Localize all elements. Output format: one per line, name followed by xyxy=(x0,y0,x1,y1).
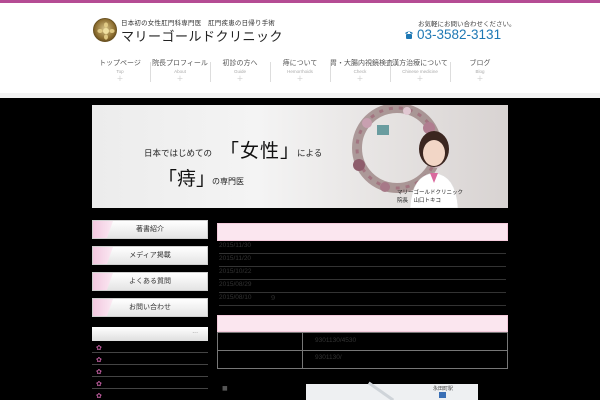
sidebar-button-label: お問い合わせ xyxy=(129,303,171,311)
info-section-header xyxy=(217,315,508,332)
sidebar-button-label: メディア掲載 xyxy=(129,251,171,259)
plus-icon: + xyxy=(416,74,424,83)
plus-icon: + xyxy=(176,74,184,83)
flower-bullet-icon: ✿ xyxy=(96,392,102,400)
news-item[interactable]: 2015/08/10 9 xyxy=(219,293,506,306)
hero-text-prefix: 日本ではじめての xyxy=(144,149,213,159)
nav-label: 漢方治療について xyxy=(392,59,448,67)
nav-label: トップページ xyxy=(99,59,141,67)
hero-text-woman: 「女性」 xyxy=(220,140,301,162)
sidebar-list-item[interactable]: ✿ xyxy=(92,343,208,353)
nav-item-check[interactable]: 胃・大腸内視鏡検査 Check + xyxy=(330,58,393,90)
access-map[interactable]: 永田町駅 xyxy=(306,381,478,400)
nav-label: ブログ xyxy=(469,59,491,67)
nav-label: 院長プロフィール xyxy=(152,59,208,67)
news-date: 2015/10/22 xyxy=(219,268,252,275)
clinic-name-logo[interactable]: マリーゴールドクリニック xyxy=(121,26,283,45)
news-item[interactable]: 2015/08/29 xyxy=(219,280,506,293)
news-item[interactable]: 2015/11/20 xyxy=(219,254,506,267)
news-date: 2015/08/29 xyxy=(219,281,252,288)
nav-label: 初診の方へ xyxy=(222,59,258,67)
sidebar-button-media[interactable]: メディア掲載 xyxy=(92,246,208,265)
map-road xyxy=(367,381,395,400)
hero-caption-director: 院長 山口トキコ xyxy=(397,198,442,204)
flower-bullet-icon: ✿ xyxy=(96,356,102,364)
flower-bullet-icon: ✿ xyxy=(96,380,102,388)
sidebar-button-faq[interactable]: よくある質問 xyxy=(92,272,208,291)
station-marker-icon xyxy=(439,392,446,398)
news-section-header xyxy=(217,223,508,241)
nav-item-top[interactable]: トップページ Top + xyxy=(90,58,150,90)
sidebar-list-item[interactable]: ✿ xyxy=(92,355,208,365)
plus-icon: + xyxy=(116,74,124,83)
phone-icon xyxy=(405,31,413,39)
hero-text-suffix: による xyxy=(297,149,323,159)
plus-icon: + xyxy=(476,74,484,83)
map-station-label: 永田町駅 xyxy=(433,386,454,392)
sidebar-button-label: よくある質問 xyxy=(129,277,171,285)
flower-bullet-icon: ✿ xyxy=(96,344,102,352)
site-header: 日本初の女性肛門科専門医 肛門疾患の日帰り手術 マリーゴールドクリニック お気軽… xyxy=(0,3,600,93)
hero-text-hemorrhoids: 「痔」 xyxy=(158,168,216,190)
sidebar-button-contact[interactable]: お問い合わせ xyxy=(92,298,208,317)
phone-number[interactable]: 03-3582-3131 xyxy=(417,27,501,42)
sidebar-button-books[interactable]: 著書紹介 xyxy=(92,220,208,239)
news-item[interactable]: 2015/11/30 xyxy=(219,241,506,254)
nav-label: 痔について xyxy=(282,59,318,67)
news-title[interactable]: 9 xyxy=(271,294,275,302)
plus-icon: + xyxy=(356,74,364,83)
nav-item-about[interactable]: 院長プロフィール About + xyxy=(150,58,210,90)
nav-item-chinese-medicine[interactable]: 漢方治療について Chinese medicine + xyxy=(390,58,450,90)
global-nav: トップページ Top + 院長プロフィール About + 初診の方へ Guid… xyxy=(90,58,510,90)
table-cell-hours: 9301130/4530 xyxy=(315,337,357,344)
plus-icon: + xyxy=(236,74,244,83)
sidebar-list-item[interactable]: ✿ xyxy=(92,391,208,400)
news-date: 2015/11/20 xyxy=(219,255,252,262)
sidebar-section-header: ... xyxy=(92,327,208,341)
plus-icon: + xyxy=(296,74,304,83)
hero-text-specialist: の専門医 xyxy=(212,177,244,186)
nav-item-blog[interactable]: ブログ Blog + xyxy=(450,58,510,90)
header-divider-band xyxy=(0,93,600,98)
table-cell-hours: 9301130/ xyxy=(315,354,342,361)
table-row-divider xyxy=(218,350,507,351)
news-item[interactable]: 2015/10/22 xyxy=(219,267,506,280)
nav-item-hemorrhoids[interactable]: 痔について Hemorrhoids + xyxy=(270,58,330,90)
sidebar-more-link[interactable]: ... xyxy=(192,328,198,335)
marigold-logo-icon[interactable] xyxy=(93,18,117,42)
nav-label: 胃・大腸内視鏡検査 xyxy=(330,59,393,67)
nav-item-guide[interactable]: 初診の方へ Guide + xyxy=(210,58,270,90)
news-date: 2015/11/30 xyxy=(219,242,252,249)
sidebar-button-label: 著書紹介 xyxy=(136,225,164,233)
square-bullet-icon: ■ xyxy=(222,385,228,392)
flower-bullet-icon: ✿ xyxy=(96,368,102,376)
hero-banner: 日本ではじめての 「女性」 による 「痔」 の専門医 マリーゴールドクリニック … xyxy=(92,105,508,208)
news-date: 2015/08/10 xyxy=(219,294,252,301)
sidebar-list-item[interactable]: ✿ xyxy=(92,367,208,377)
clinic-hours-table: 9301130/4530 9301130/ xyxy=(217,332,508,369)
sidebar-list-item[interactable]: ✿ xyxy=(92,379,208,389)
hero-caption-clinic: マリーゴールドクリニック xyxy=(397,190,464,196)
